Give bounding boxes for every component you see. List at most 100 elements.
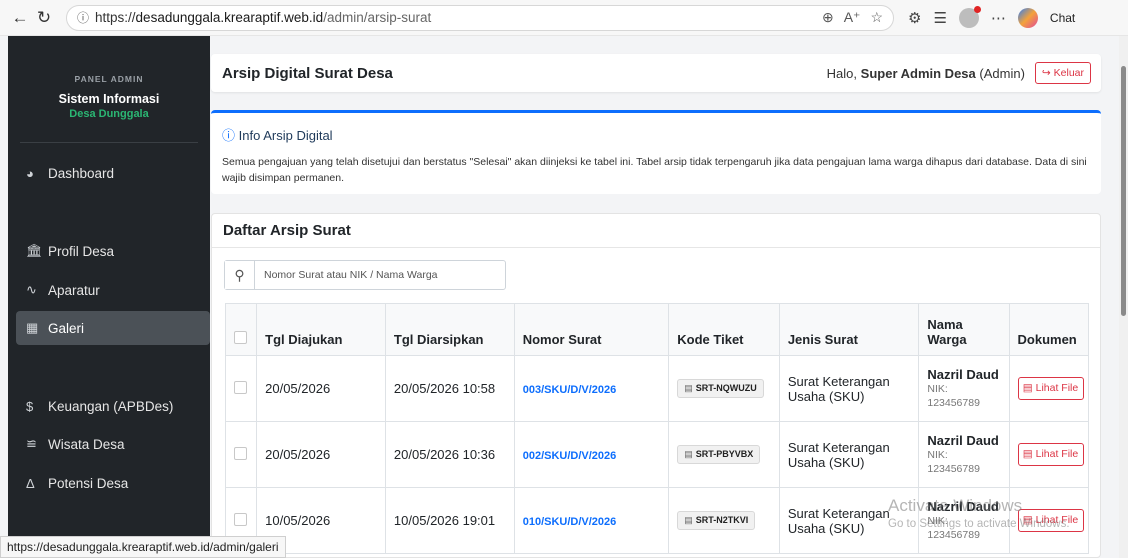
column-header[interactable]: Tgl Diarsipkan (384, 303, 515, 356)
tgl-diarsipkan: 10/05/2026 19:01 (384, 487, 515, 554)
sidebar-item-label: Galeri (48, 320, 85, 336)
user-name: Super Admin Desa (860, 65, 976, 81)
nomor-surat-link[interactable]: 010/SKU/D/V/2026 (523, 516, 617, 528)
sidebar-item-aparatur[interactable]: ∿ Aparatur (16, 273, 210, 307)
image-icon: ▦ (26, 320, 39, 335)
greeting-text: Halo, (826, 65, 858, 81)
ticket-code: SRT-PBYVBX (695, 449, 754, 459)
tgl-diarsipkan: 20/05/2026 10:36 (384, 421, 515, 488)
info-icon: ⓘ (222, 128, 236, 143)
copilot-icon[interactable] (1017, 7, 1038, 28)
archive-title: Daftar Arsip Surat (212, 214, 1100, 248)
favorite-star-icon[interactable]: ☆ (870, 9, 883, 26)
favorites-icon[interactable]: ☰ (933, 9, 946, 27)
table-header-row: Tgl Diajukan Tgl Diarsipkan Nomor Surat … (224, 303, 1090, 356)
column-header[interactable]: Nama Warga (918, 303, 1010, 356)
sidebar-item-potensi[interactable]: Δ Potensi Desa (16, 466, 210, 500)
view-file-button[interactable]: ▤ Lihat File (1017, 443, 1084, 466)
nama-warga: Nazril Daud (927, 433, 999, 448)
sidebar-item-label: Keuangan (APBDes) (48, 398, 174, 414)
nomor-surat-link[interactable]: 003/SKU/D/V/2026 (523, 384, 617, 396)
nik-label: NIK: (927, 449, 948, 461)
browser-toolbar: ← ↻ ⓘ https://desadunggala.krearaptif.we… (0, 0, 1128, 36)
sidebar-item-label: Potensi Desa (48, 475, 129, 491)
sidebar-item-label: Dashboard (48, 165, 115, 181)
village-name: Desa Dunggala (69, 108, 149, 120)
nik-value: 123456789 (927, 463, 980, 475)
ticket-icon: ▤ (684, 383, 693, 393)
jenis-surat: Surat Keterangan Usaha (SKU) (778, 421, 920, 488)
tgl-diarsipkan: 20/05/2026 10:58 (384, 355, 515, 422)
sidebar-divider (20, 142, 198, 143)
url-host: desadunggala.krearaptif.web.id (135, 10, 324, 25)
read-aloud-icon[interactable]: A⁺ (844, 9, 861, 26)
watermark-line2: Go to Settings to activate Windows. (888, 518, 1070, 530)
column-header[interactable]: Tgl Diajukan (256, 303, 386, 356)
ticket-badge: ▤ SRT-N2TKVI (677, 511, 756, 530)
sidebar-item-label: Wisata Desa (48, 436, 125, 452)
view-file-button[interactable]: ▤ Lihat File (1017, 377, 1084, 400)
row-checkbox[interactable] (234, 380, 247, 394)
logout-icon: ↪ (1041, 67, 1051, 79)
watermark-line1: Activate Windows (888, 496, 1023, 515)
info-text: Semua pengajuan yang telah disetujui dan… (222, 156, 1087, 184)
url-prefix: https:// (95, 10, 136, 25)
extensions-icon[interactable]: ⚙ (908, 9, 921, 27)
sidebar-item-keuangan[interactable]: $ Keuangan (APBDes) (16, 389, 210, 423)
nik-value: 123456789 (927, 397, 980, 409)
jenis-surat: Surat Keterangan Usaha (SKU) (778, 355, 920, 422)
row-checkbox[interactable] (234, 512, 247, 526)
sidebar: PANEL ADMIN Sistem Informasi Desa Dungga… (8, 36, 210, 558)
pdf-icon: ▤ (1022, 448, 1033, 460)
column-header[interactable]: Jenis Surat (778, 303, 920, 356)
chat-label[interactable]: Chat (1050, 11, 1075, 25)
page-title: Arsip Digital Surat Desa (222, 64, 393, 82)
column-header[interactable]: Kode Tiket (668, 303, 780, 356)
address-bar[interactable]: ⓘ https://desadunggala.krearaptif.web.id… (66, 4, 894, 31)
user-role: (Admin) (979, 65, 1025, 81)
select-all-checkbox[interactable] (234, 331, 247, 344)
search-icon: ⚲ (225, 261, 255, 289)
search-box: ⚲ (224, 260, 506, 290)
scrollbar-thumb[interactable] (1121, 66, 1126, 316)
activation-watermark: Activate Windows Go to Settings to activ… (888, 496, 1070, 530)
site-info-icon[interactable]: ⓘ (77, 9, 89, 26)
sidebar-item-profil-desa[interactable]: 🏛 Profil Desa (16, 234, 210, 268)
sidebar-item-dashboard[interactable]: ◕ Dashboard (16, 156, 210, 190)
ticket-icon: ▤ (684, 515, 693, 525)
view-file-label: Lihat File (1035, 448, 1079, 460)
more-icon[interactable]: ⋯ (991, 9, 1006, 27)
search-input[interactable] (255, 269, 505, 281)
column-header[interactable]: Nomor Surat (513, 303, 670, 356)
row-checkbox[interactable] (234, 446, 247, 460)
logout-label: Keluar (1053, 67, 1084, 79)
sidebar-item-galeri[interactable]: ▦ Galeri (16, 311, 210, 345)
nama-warga: Nazril Daud (927, 367, 999, 382)
pdf-icon: ▤ (1022, 382, 1033, 394)
page-viewport: PANEL ADMIN Sistem Informasi Desa Dungga… (0, 36, 1128, 558)
logout-button[interactable]: ↪ Keluar (1034, 62, 1091, 84)
sidebar-item-wisata[interactable]: ≌ Wisata Desa (16, 427, 210, 461)
nik-value: 123456789 (927, 529, 980, 541)
column-header[interactable]: Dokumen (1008, 303, 1090, 356)
url-path: /admin/arsip-surat (323, 10, 432, 25)
view-file-label: Lihat File (1035, 382, 1079, 394)
page-scrollbar[interactable] (1119, 36, 1128, 558)
info-title: ⓘ Info Arsip Digital (222, 125, 1090, 144)
profile-avatar[interactable] (958, 5, 981, 28)
sidebar-item-label: Profil Desa (48, 243, 115, 259)
users-icon: ∿ (26, 282, 37, 297)
nomor-surat-link[interactable]: 002/SKU/D/V/2026 (523, 450, 617, 462)
tgl-diajukan: 20/05/2026 (256, 421, 386, 488)
ticket-badge: ▤ SRT-PBYVBX (677, 445, 761, 464)
potential-icon: Δ (26, 475, 35, 491)
ticket-badge: ▤ SRT-NQWUZU (677, 379, 764, 398)
status-bar-url: https://desadunggala.krearaptif.web.id/a… (0, 536, 286, 558)
zoom-icon[interactable]: ⊕ (822, 9, 834, 26)
back-icon[interactable]: ← (8, 8, 32, 28)
info-title-text: Info Arsip Digital (238, 128, 333, 143)
info-card: ⓘ Info Arsip Digital Semua pengajuan yan… (211, 110, 1101, 194)
ticket-icon: ▤ (684, 449, 693, 459)
reload-icon[interactable]: ↻ (32, 8, 56, 28)
user-greeting: Halo, Super Admin Desa (Admin) (827, 66, 1025, 81)
